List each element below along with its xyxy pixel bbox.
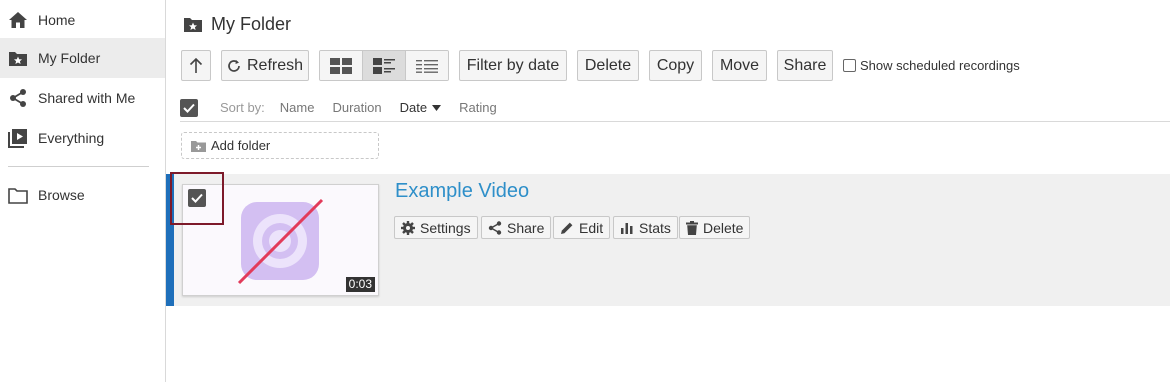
share-label: Share [783,56,827,74]
add-folder-button[interactable]: Add folder [181,132,379,159]
list-view-button[interactable] [406,51,448,80]
delete-button[interactable]: Delete [577,50,639,81]
add-folder-icon [191,140,206,152]
share-icon [488,220,502,235]
sidebar-item-my-folder[interactable]: My Folder [0,38,165,78]
video-delete-button[interactable]: Delete [679,216,751,239]
home-icon [0,0,38,40]
show-scheduled-toggle[interactable]: Show scheduled recordings [843,58,1020,73]
video-select-checkbox[interactable] [188,189,206,207]
sort-rating-option[interactable]: Rating [459,100,497,115]
video-edit-button[interactable]: Edit [553,216,611,239]
sidebar-item-label: Browse [38,187,85,203]
refresh-icon [227,59,241,73]
sidebar-item-label: Shared with Me [38,90,136,106]
sort-date-label: Date [399,100,428,115]
sidebar-item-shared-with-me[interactable]: Shared with Me [0,78,165,118]
add-folder-label: Add folder [211,138,271,153]
sort-duration-option[interactable]: Duration [332,100,381,115]
filter-label: Filter by date [466,56,560,74]
grid-view-button[interactable] [320,51,363,80]
pencil-icon [560,221,574,235]
check-icon [191,193,203,203]
video-title-link[interactable]: Example Video [395,180,529,203]
sidebar: Home My Folder Shared with Me Everything… [0,0,166,382]
sidebar-item-browse[interactable]: Browse [0,175,165,215]
detail-view-button[interactable] [363,51,406,80]
move-button[interactable]: Move [712,50,767,81]
sidebar-item-home[interactable]: Home [0,0,165,40]
sort-date-option[interactable]: Date [399,100,442,115]
view-mode-toggle [319,50,449,81]
page-title-text: My Folder [211,14,292,34]
video-list-item[interactable]: 0:03 Example Video Settings Share Edit S… [166,172,1170,306]
stats-label: Stats [639,219,671,236]
check-icon [183,103,195,113]
delete-label: Delete [703,219,744,236]
sort-name-option[interactable]: Name [280,100,315,115]
move-label: Move [719,56,760,74]
show-scheduled-label: Show scheduled recordings [860,58,1020,73]
filter-by-date-button[interactable]: Filter by date [459,50,567,81]
trash-icon [686,220,698,235]
video-duration-badge: 0:03 [345,277,375,292]
show-scheduled-checkbox[interactable] [843,59,856,72]
select-all-checkbox[interactable] [180,98,198,117]
caret-down-icon [432,104,442,111]
arrow-up-icon [189,57,203,74]
video-stats-button[interactable]: Stats [613,216,678,239]
sidebar-item-label: Home [38,12,76,28]
sidebar-item-everything[interactable]: Everything [0,118,165,158]
sidebar-divider [8,166,149,167]
refresh-label: Refresh [246,56,304,74]
starred-folder-icon [183,16,203,33]
main-content: My Folder Refresh Filter by date Delete … [166,0,1170,382]
selection-highlight [170,172,224,225]
share-icon [0,78,38,118]
grid-view-icon [330,57,352,74]
share-label: Share [507,219,545,236]
copy-button[interactable]: Copy [649,50,702,81]
delete-label: Delete [584,56,632,74]
list-view-icon [416,59,438,73]
page-title: My Folder [183,14,291,35]
starred-folder-icon [0,38,38,78]
folder-icon [0,175,38,215]
up-button[interactable] [181,50,211,81]
play-library-icon [0,118,38,158]
settings-label: Settings [420,219,471,236]
sidebar-item-label: My Folder [38,50,101,66]
edit-label: Edit [579,219,604,236]
video-settings-button[interactable]: Settings [394,216,478,239]
gear-icon [401,220,415,235]
refresh-button[interactable]: Refresh [221,50,309,81]
share-button[interactable]: Share [777,50,833,81]
bar-chart-icon [620,221,634,235]
detail-view-icon [373,57,395,74]
video-share-button[interactable]: Share [481,216,552,239]
sort-bar: Sort by: Name Duration Date Rating [180,94,1170,122]
copy-label: Copy [656,56,695,74]
sort-by-label: Sort by: [220,100,265,115]
sidebar-item-label: Everything [38,130,105,146]
